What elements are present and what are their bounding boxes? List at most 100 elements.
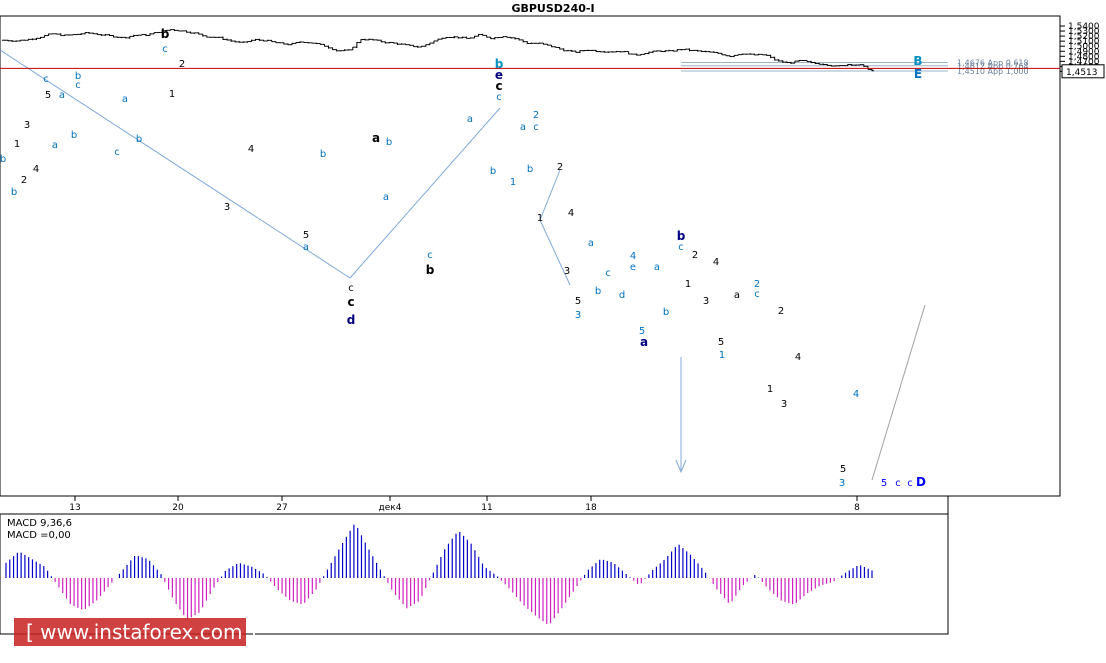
wave-label: a	[372, 131, 380, 145]
wave-label: 1	[537, 213, 543, 224]
ohlc-bar	[837, 65, 842, 67]
wave-label: 5	[575, 296, 581, 307]
ohlc-bar	[216, 36, 221, 38]
current-price-label: 1,4513	[1066, 68, 1098, 78]
wave-label: b	[136, 134, 142, 145]
wave-label: b	[386, 137, 392, 148]
wave-label: c	[162, 44, 168, 55]
wave-label: a	[303, 242, 309, 253]
wave-label: c	[114, 147, 120, 158]
x-tick-label: 27	[276, 503, 287, 513]
wave-label: 3	[781, 399, 787, 410]
ohlc-bar	[857, 64, 862, 66]
wave-label: 5	[303, 230, 309, 241]
wave-label: c	[496, 92, 502, 103]
ohlc-bar	[50, 33, 55, 35]
ohlc-bar	[691, 49, 696, 51]
wave-label: c	[907, 478, 913, 489]
wave-label: 1	[510, 177, 516, 188]
wave-label: d	[347, 313, 356, 327]
main-plot-frame	[0, 15, 1061, 497]
ohlc-bar	[2, 39, 6, 41]
wave-label: c	[533, 122, 539, 133]
macd-label: MACD 9,36,6	[7, 518, 72, 529]
wave-label: b	[527, 164, 533, 175]
ohlc-bar	[277, 42, 282, 44]
ohlc-bar	[744, 53, 749, 55]
wave-label: b	[71, 130, 77, 141]
macd-value-label: MACD =0,00	[7, 530, 71, 541]
x-tick-label: 13	[69, 503, 80, 513]
wave-label: B	[913, 54, 922, 68]
wave-label: b	[490, 166, 496, 177]
ohlc-bar	[496, 36, 501, 39]
ohlc-bar	[610, 51, 615, 53]
chart-canvas: GBPUSD240-I 1,54001,53001,52001,51001,50…	[0, 2, 1105, 646]
wave-label: 1	[767, 384, 773, 395]
current-price-box: 1,4513	[1061, 64, 1105, 79]
wave-label: 1	[685, 279, 691, 290]
wave-label: b	[161, 27, 170, 41]
wave-label: 2	[557, 162, 563, 173]
wave-label: b	[426, 263, 435, 277]
x-tick-label: дек4	[379, 503, 402, 513]
wave-label: 4	[248, 144, 254, 155]
ohlc-bar	[533, 42, 538, 44]
wave-label: 2	[533, 110, 539, 121]
wave-label: a	[52, 140, 58, 151]
wave-label: b	[595, 286, 601, 297]
wave-label: 4	[568, 208, 574, 219]
wave-label: 4	[795, 352, 801, 363]
wave-label: c	[348, 283, 354, 294]
wave-label: b	[320, 149, 326, 160]
x-tick-label: 18	[585, 503, 597, 513]
wave-label: 3	[703, 296, 709, 307]
wave-label: 3	[564, 266, 570, 277]
wave-label: c	[495, 79, 502, 93]
wave-label: 3	[224, 202, 230, 213]
wave-label: e	[630, 262, 636, 273]
wave-label: 3	[24, 120, 30, 131]
wave-label: c	[754, 289, 760, 300]
chart-title: GBPUSD240-I	[511, 2, 594, 15]
wave-label: c	[43, 74, 49, 85]
wave-label: c	[678, 242, 684, 253]
wave-label: 3	[839, 478, 845, 489]
wave-label: 2	[778, 306, 784, 317]
wave-label: 3	[575, 310, 581, 321]
wave-label: 2	[692, 250, 698, 261]
wave-label: a	[520, 122, 526, 133]
wave-label: 1	[719, 350, 725, 361]
ohlc-bar	[833, 65, 838, 67]
wave-label: a	[654, 262, 660, 273]
wave-label: a	[734, 290, 740, 301]
wave-label: 1	[14, 139, 20, 150]
wave-label: c	[75, 80, 81, 91]
x-tick-label: 11	[481, 503, 492, 513]
wave-label: b	[663, 307, 669, 318]
wave-label: 2	[21, 175, 27, 186]
x-tick-label: 8	[854, 503, 860, 513]
wave-label: a	[122, 94, 128, 105]
wave-label: d	[619, 290, 625, 301]
wave-label: c	[605, 268, 611, 279]
ohlc-bar	[70, 34, 75, 36]
wave-label: c	[347, 295, 354, 309]
ohlc-bar	[448, 37, 453, 39]
wave-label: 5	[881, 478, 887, 489]
wave-label: a	[588, 238, 594, 249]
wave-label: 4	[853, 389, 859, 400]
wave-label: a	[59, 90, 65, 101]
wave-label: E	[914, 67, 922, 81]
ohlc-bar	[180, 30, 185, 32]
wave-label: b	[677, 229, 686, 243]
wave-label: D	[916, 475, 926, 489]
wave-label: 4	[630, 251, 636, 262]
wave-label: b	[11, 187, 17, 198]
wave-label: c	[427, 250, 433, 261]
wave-label: 1	[169, 89, 175, 100]
wave-label: a	[383, 192, 389, 203]
wave-label: 4	[33, 164, 39, 175]
wave-label: 5	[45, 90, 51, 101]
wave-label: a	[467, 114, 473, 125]
